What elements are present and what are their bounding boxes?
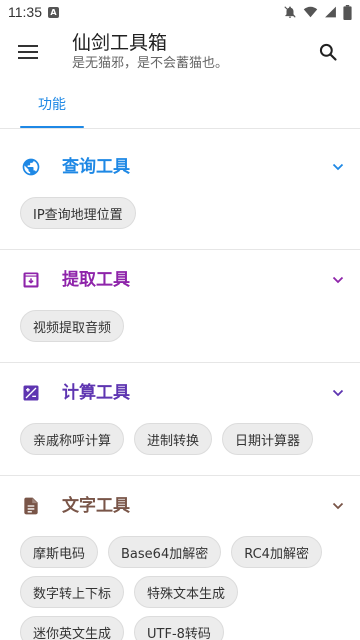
chevron-down-icon[interactable]: [330, 498, 346, 514]
section-header-query[interactable]: 查询工具: [0, 143, 360, 191]
globe-icon: [21, 157, 41, 177]
notification-app-icon: A: [48, 6, 59, 18]
status-bar: 11:35 A: [0, 0, 360, 24]
chip-ip-lookup[interactable]: IP查询地理位置: [20, 197, 136, 229]
section-title-extract: 提取工具: [62, 270, 130, 290]
wifi-icon: [303, 6, 318, 18]
chip-special-text[interactable]: 特殊文本生成: [134, 576, 239, 608]
section-calc: 计算工具 亲戚称呼计算 进制转换 日期计算器: [0, 369, 360, 455]
menu-button[interactable]: [0, 24, 56, 80]
chip-base-convert[interactable]: 进制转换: [134, 423, 213, 455]
document-icon: [21, 496, 41, 516]
section-header-calc[interactable]: 计算工具: [0, 369, 360, 417]
calculator-icon: [21, 383, 41, 403]
battery-icon: [343, 4, 352, 20]
section-divider: [0, 362, 360, 363]
chip-rc4[interactable]: RC4加解密: [231, 536, 322, 568]
chip-utf8[interactable]: UTF-8转码: [134, 616, 224, 640]
chip-base64[interactable]: Base64加解密: [108, 536, 222, 568]
section-query: 查询工具 IP查询地理位置: [0, 143, 360, 229]
tab-bar: 功能: [0, 80, 360, 128]
chip-group-extract: 视频提取音频: [20, 310, 350, 342]
chip-kinship-calc[interactable]: 亲戚称呼计算: [20, 423, 125, 455]
section-extract: 提取工具 视频提取音频: [0, 256, 360, 342]
tab-functions[interactable]: 功能: [20, 80, 84, 128]
section-title-text: 文字工具: [62, 496, 130, 516]
search-icon: [319, 43, 337, 61]
chip-video-audio-extract[interactable]: 视频提取音频: [20, 310, 125, 342]
app-bar: 仙剑工具箱 是无猫邪，是不会蓄猫也。: [0, 24, 360, 80]
chip-date-calc[interactable]: 日期计算器: [222, 423, 314, 455]
section-title-calc: 计算工具: [62, 383, 130, 403]
chevron-down-icon[interactable]: [330, 272, 346, 288]
chip-morse-code[interactable]: 摩斯电码: [20, 536, 99, 568]
archive-box-icon: [21, 270, 41, 290]
hamburger-menu-icon: [18, 45, 38, 59]
status-time: 11:35: [8, 4, 42, 20]
do-not-disturb-off-icon: [284, 6, 296, 18]
search-button[interactable]: [304, 28, 352, 76]
section-text: 文字工具 摩斯电码 Base64加解密 RC4加解密 数字转上下标 特殊文本生成…: [0, 482, 360, 640]
chevron-down-icon[interactable]: [330, 385, 346, 401]
app-title: 仙剑工具箱: [72, 32, 168, 54]
section-divider: [0, 249, 360, 250]
signal-icon: [325, 6, 336, 18]
app-subtitle: 是无猫邪，是不会蓄猫也。: [72, 56, 229, 71]
tab-divider: [0, 128, 360, 129]
title-block: 仙剑工具箱 是无猫邪，是不会蓄猫也。: [72, 31, 228, 73]
chip-group-text: 摩斯电码 Base64加解密 RC4加解密 数字转上下标 特殊文本生成 迷你英文…: [20, 536, 350, 640]
section-divider: [0, 475, 360, 476]
chip-mini-english[interactable]: 迷你英文生成: [20, 616, 125, 640]
chevron-down-icon[interactable]: [330, 159, 346, 175]
section-header-text[interactable]: 文字工具: [0, 482, 360, 530]
section-title-query: 查询工具: [62, 157, 130, 177]
chip-super-subscript[interactable]: 数字转上下标: [20, 576, 125, 608]
chip-group-query: IP查询地理位置: [20, 197, 350, 229]
section-header-extract[interactable]: 提取工具: [0, 256, 360, 304]
chip-group-calc: 亲戚称呼计算 进制转换 日期计算器: [20, 423, 350, 455]
